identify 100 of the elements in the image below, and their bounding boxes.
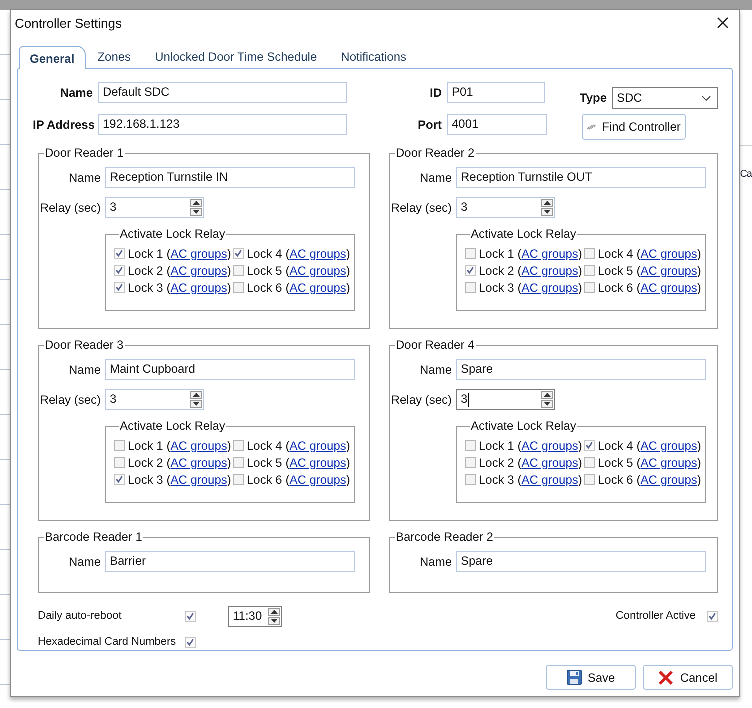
- checkbox[interactable]: [584, 248, 595, 259]
- ac-groups-link[interactable]: AC groups: [290, 438, 346, 452]
- checkbox[interactable]: [185, 610, 196, 622]
- find-controller-button[interactable]: Find Controller: [582, 114, 686, 140]
- field-label: Name: [59, 86, 93, 100]
- checkbox[interactable]: [114, 474, 125, 485]
- ac-groups-link[interactable]: AC groups: [640, 246, 698, 260]
- tab[interactable]: Zones: [86, 47, 144, 68]
- relay-field[interactable]: 3: [456, 197, 555, 218]
- name-field[interactable]: Spare: [456, 359, 706, 380]
- ac-groups-link[interactable]: AC groups: [170, 280, 228, 294]
- spin-up-button[interactable]: [190, 391, 202, 399]
- checkbox[interactable]: [114, 457, 125, 468]
- spin-down-button[interactable]: [541, 400, 553, 408]
- checkbox[interactable]: [584, 457, 595, 468]
- spin-up-button[interactable]: [541, 199, 553, 207]
- ac-groups-link[interactable]: AC groups: [522, 280, 578, 294]
- checkbox-label: Lock 5 (AC groups): [598, 264, 702, 278]
- time-field[interactable]: 11:30: [228, 606, 282, 626]
- checkbox[interactable]: [114, 282, 125, 293]
- group-title: Door Reader 3: [44, 338, 125, 352]
- ac-groups-link[interactable]: AC groups: [290, 472, 346, 486]
- ip-address-field[interactable]: 192.168.1.123: [98, 114, 347, 135]
- spin-up-button[interactable]: [541, 391, 553, 399]
- type-dropdown[interactable]: SDC: [612, 87, 718, 109]
- ac-groups-link[interactable]: AC groups: [290, 280, 346, 294]
- checkbox[interactable]: [465, 474, 476, 485]
- group-title: Door Reader 4: [395, 338, 476, 352]
- checkbox[interactable]: [233, 440, 244, 451]
- checkbox-label: Lock 1 (AC groups): [479, 438, 582, 452]
- spin-up-button[interactable]: [190, 199, 202, 207]
- checkbox[interactable]: [584, 282, 595, 293]
- field-label: Type: [580, 91, 607, 105]
- spin-down-button[interactable]: [190, 208, 202, 216]
- name-field[interactable]: Spare: [456, 551, 706, 572]
- tab[interactable]: General: [19, 46, 86, 69]
- group-title: Barcode Reader 1: [44, 530, 144, 544]
- name-field[interactable]: Barrier: [105, 551, 355, 572]
- checkbox[interactable]: [584, 265, 595, 276]
- relay-field[interactable]: 3: [456, 389, 555, 410]
- port-field[interactable]: 4001: [447, 114, 547, 135]
- tab[interactable]: Notifications: [329, 47, 419, 68]
- checkbox[interactable]: [584, 440, 595, 451]
- down-arrow-icon: [544, 402, 550, 406]
- checkbox[interactable]: [465, 248, 476, 259]
- ac-groups-link[interactable]: AC groups: [640, 472, 698, 486]
- checkbox[interactable]: [233, 248, 244, 259]
- ac-groups-link[interactable]: AC groups: [170, 472, 228, 486]
- cancel-button[interactable]: Cancel: [643, 665, 733, 690]
- spin-down-button[interactable]: [268, 616, 280, 624]
- checkbox[interactable]: [233, 457, 244, 468]
- ac-groups-link[interactable]: AC groups: [170, 264, 228, 278]
- ac-groups-link[interactable]: AC groups: [522, 456, 578, 470]
- ac-groups-link[interactable]: AC groups: [522, 438, 578, 452]
- id-field[interactable]: P01: [447, 82, 545, 103]
- checkbox[interactable]: [233, 265, 244, 276]
- checkbox[interactable]: [114, 440, 125, 451]
- field-label: ID: [429, 86, 442, 100]
- field-label: Name: [418, 362, 452, 376]
- checkbox[interactable]: [233, 282, 244, 293]
- spin-down-button[interactable]: [190, 400, 202, 408]
- ac-groups-link[interactable]: AC groups: [170, 456, 228, 470]
- ac-groups-link[interactable]: AC groups: [640, 264, 698, 278]
- ac-groups-link[interactable]: AC groups: [290, 264, 346, 278]
- checkbox[interactable]: [707, 610, 718, 622]
- ac-groups-link[interactable]: AC groups: [170, 438, 228, 452]
- name-field[interactable]: Reception Turnstile IN: [105, 167, 355, 188]
- tab[interactable]: Unlocked Door Time Schedule: [143, 47, 330, 68]
- down-arrow-icon: [270, 618, 278, 622]
- ac-groups-link[interactable]: AC groups: [522, 264, 578, 278]
- save-button[interactable]: Save: [546, 665, 636, 690]
- checkbox[interactable]: [465, 457, 476, 468]
- ac-groups-link[interactable]: AC groups: [170, 246, 228, 260]
- checkbox[interactable]: [465, 265, 476, 276]
- name-field[interactable]: Default SDC: [98, 82, 347, 103]
- checkbox[interactable]: [114, 248, 125, 259]
- ac-groups-link[interactable]: AC groups: [522, 472, 578, 486]
- ac-groups-link[interactable]: AC groups: [522, 246, 578, 260]
- ac-groups-link[interactable]: AC groups: [290, 456, 346, 470]
- relay-field[interactable]: 3: [105, 389, 204, 410]
- checkbox-label: Lock 2 (AC groups): [479, 264, 582, 278]
- ac-groups-link[interactable]: AC groups: [640, 438, 698, 452]
- spin-down-button[interactable]: [541, 208, 553, 216]
- ac-groups-link[interactable]: AC groups: [640, 280, 698, 294]
- checkbox-label: Lock 1 (AC groups): [128, 246, 232, 260]
- ac-groups-link[interactable]: AC groups: [640, 456, 698, 470]
- ac-groups-link[interactable]: AC groups: [290, 246, 346, 260]
- checkbox[interactable]: [584, 474, 595, 485]
- checkbox[interactable]: [185, 636, 196, 648]
- relay-field[interactable]: 3: [105, 197, 204, 218]
- checkbox[interactable]: [233, 474, 244, 485]
- field-label: Relay (sec): [39, 200, 101, 214]
- checkbox-label: Lock 4 (AC groups): [598, 438, 702, 452]
- checkbox[interactable]: [465, 282, 476, 293]
- checkbox[interactable]: [114, 265, 125, 276]
- spin-up-button[interactable]: [268, 608, 280, 616]
- name-field[interactable]: Maint Cupboard: [105, 359, 355, 380]
- name-field[interactable]: Reception Turnstile OUT: [456, 167, 706, 188]
- checkbox[interactable]: [465, 440, 476, 451]
- checkbox-label: Lock 1 (AC groups): [479, 246, 582, 260]
